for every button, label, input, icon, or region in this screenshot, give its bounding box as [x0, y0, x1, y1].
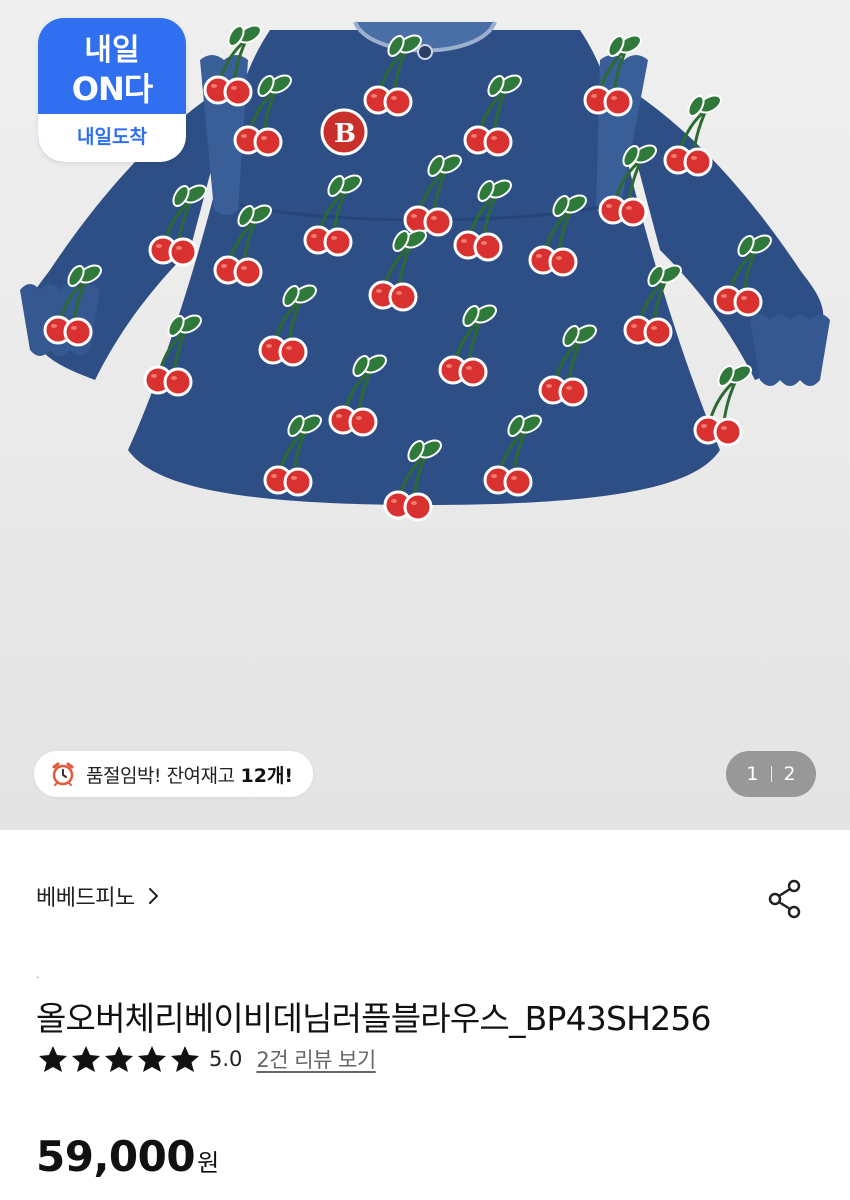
rating-score: 5.0: [209, 1047, 243, 1071]
product-title: 올오버체리베이비데님러플블라우스_BP43SH256: [36, 999, 712, 1038]
chevron-right-icon: [148, 888, 158, 904]
product-image-carousel[interactable]: B 내일 ON다 내일도착 품절임박! 잔여재고 12개! 1 2: [0, 0, 850, 830]
star-icon: [171, 1046, 199, 1072]
badge-line1: 내일: [84, 33, 140, 68]
star-icon: [105, 1046, 133, 1072]
rating-row: 5.0 2건 리뷰 보기: [38, 1044, 376, 1074]
star-icon: [39, 1046, 67, 1072]
next-day-delivery-badge: 내일 ON다 내일도착: [38, 18, 186, 162]
alarm-clock-icon: [52, 762, 74, 786]
price-currency: 원: [197, 1149, 220, 1177]
pager-current: 1: [746, 763, 759, 785]
badge-footer-label: 내일도착: [77, 126, 147, 148]
star-icon: [72, 1046, 100, 1072]
price-value: 59,000: [36, 1132, 196, 1181]
image-pager: 1 2: [726, 751, 816, 797]
price-row: 59,000 원: [36, 1132, 219, 1181]
star-icon: [138, 1046, 166, 1072]
pager-total: 2: [783, 763, 796, 785]
stock-notice-text: 품절임박! 잔여재고: [86, 764, 235, 787]
rating-stars: [38, 1045, 203, 1073]
reviews-link[interactable]: 2건 리뷰 보기: [256, 1044, 376, 1074]
badge-footer: 내일도착: [38, 114, 186, 162]
badge-line2: ON다: [71, 70, 153, 108]
low-stock-notice: 품절임박! 잔여재고 12개!: [34, 751, 314, 797]
brand-name: 베베드피노: [36, 886, 135, 911]
stock-count: 12개!: [240, 764, 294, 787]
pager-divider: [770, 766, 772, 782]
svg-text:B: B: [334, 119, 356, 149]
share-icon[interactable]: [766, 878, 806, 920]
brand-link[interactable]: 베베드피노: [36, 880, 161, 912]
title-prefix-dot: .: [36, 970, 40, 981]
